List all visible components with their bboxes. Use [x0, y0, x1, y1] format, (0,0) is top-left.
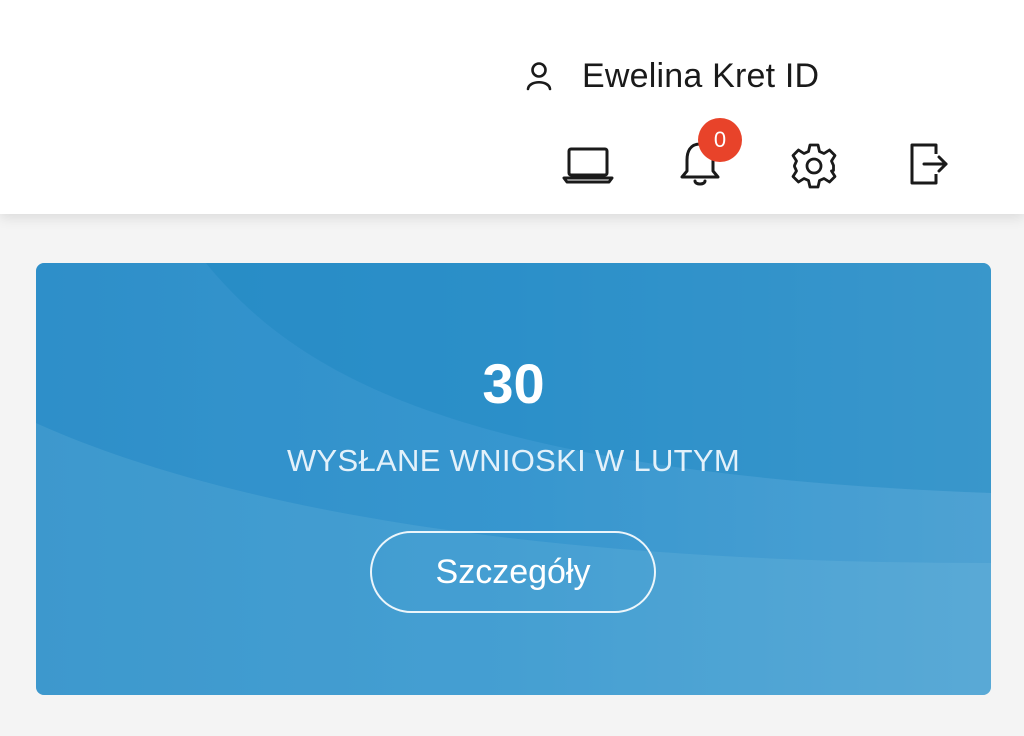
top-header: Ewelina Kret ID 0 — [0, 0, 1024, 214]
user-info[interactable]: Ewelina Kret ID — [524, 56, 819, 96]
gear-icon[interactable] — [788, 140, 840, 192]
sent-applications-label: WYSŁANE WNIOSKI W LUTYM — [287, 443, 740, 478]
details-button[interactable]: Szczegóły — [370, 531, 656, 613]
logout-icon[interactable] — [904, 138, 952, 190]
card-background-waves — [36, 263, 991, 695]
laptop-icon[interactable] — [560, 142, 616, 188]
sent-applications-count: 30 — [482, 352, 545, 415]
notification-badge: 0 — [698, 118, 742, 162]
summary-card: 30 WYSŁANE WNIOSKI W LUTYM Szczegóły — [36, 263, 991, 695]
user-name: Ewelina Kret ID — [582, 56, 820, 95]
user-icon — [524, 58, 554, 94]
